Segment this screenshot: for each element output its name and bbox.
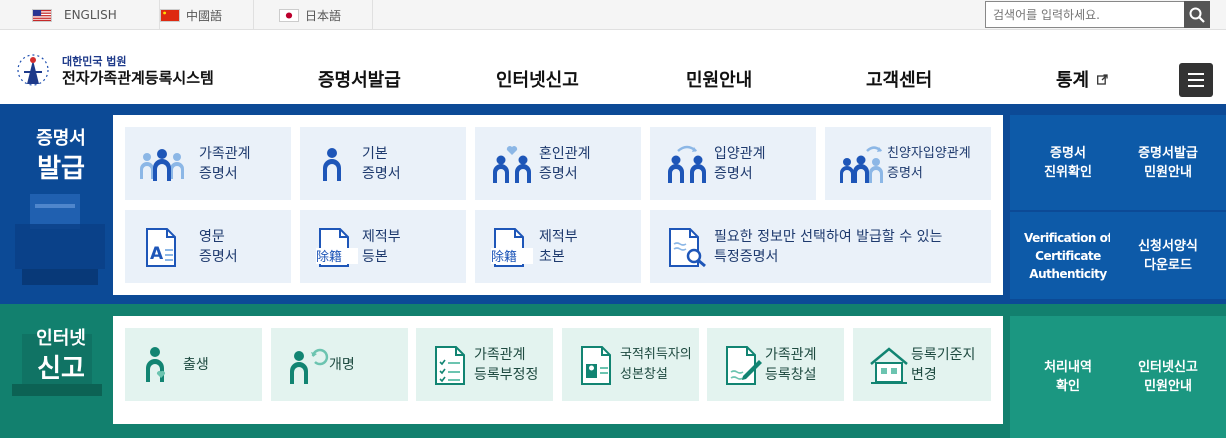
tile-marriage-certificate[interactable]: 혼인관계 증명서 <box>475 127 641 200</box>
report-panel: 출생 개명 가족관계 등록부정정 국적취득자의 성본창설 가족관계 등록창설 등… <box>113 316 1003 424</box>
nav-certificate[interactable]: 증명서발급 <box>318 66 401 92</box>
svg-text:除籍: 除籍 <box>316 249 342 265</box>
couple-heart-icon <box>493 145 531 183</box>
top-bar: ENGLISH 中國語 日本語 <box>0 0 1226 30</box>
tile-english-certificate[interactable]: A 영문 증명서 <box>125 210 291 283</box>
lang-japanese[interactable]: 日本語 <box>279 0 373 30</box>
tile-family-certificate[interactable]: 가족관계 증명서 <box>125 127 291 200</box>
nav-internet-report[interactable]: 인터넷신고 <box>496 66 579 92</box>
id-card-icon <box>581 345 611 385</box>
tile-label: 개명 <box>329 356 355 373</box>
document-search-icon <box>669 227 706 267</box>
search-box <box>985 1 1210 28</box>
tile-label: 출생 <box>183 356 209 373</box>
house-icon <box>870 346 908 384</box>
tile-label: 등록기준지 변경 <box>911 346 976 383</box>
us-flag-icon <box>32 9 52 22</box>
hamburger-menu-icon <box>1188 73 1204 87</box>
cn-flag-icon <box>160 9 180 22</box>
tile-rename-report[interactable]: 개명 <box>271 328 408 401</box>
full-adoption-icon <box>840 145 883 183</box>
tile-adoption-certificate[interactable]: 입양관계 증명서 <box>650 127 816 200</box>
removed-register-icon: 除籍 <box>316 227 358 267</box>
rename-icon <box>290 348 329 384</box>
tile-register-creation[interactable]: 가족관계 등록창설 <box>707 328 844 401</box>
header: 대한민국 법원 전자가족관계등록시스템 증명서발급 인터넷신고 민원안내 고객센… <box>0 30 1226 104</box>
certificate-authenticity-check[interactable]: 증명서 진위확인 <box>1010 115 1126 210</box>
document-pen-icon <box>726 345 762 385</box>
tile-basic-certificate[interactable]: 기본 증명서 <box>300 127 466 200</box>
english-document-icon: A <box>146 227 176 267</box>
report-title-line1: 인터넷 <box>36 328 86 349</box>
tile-removed-register-copy[interactable]: 除籍 제적부 등본 <box>300 210 466 283</box>
family-icon <box>140 148 184 181</box>
certificate-title-line2: 발급 <box>37 154 85 184</box>
application-form-download[interactable]: 신청서양식 다운로드 <box>1110 212 1226 299</box>
nav-customer-center[interactable]: 고객센터 <box>866 66 932 92</box>
tile-birth-report[interactable]: 출생 <box>125 328 262 401</box>
svg-text:除籍: 除籍 <box>491 249 517 265</box>
lang-label: 日本語 <box>305 8 342 23</box>
external-link-icon <box>1097 74 1109 85</box>
birth-icon <box>146 346 166 382</box>
certificate-title-line1: 증명서 <box>36 128 86 149</box>
checklist-icon <box>435 345 465 385</box>
processing-history-check[interactable]: 처리내역 확인 <box>1010 316 1126 438</box>
tile-full-adoption-certificate[interactable]: 친양자입양관계 증명서 <box>825 127 991 200</box>
adoption-icon <box>668 145 706 183</box>
jp-flag-icon <box>279 9 299 22</box>
verification-of-authenticity[interactable]: Verification of Certificate Authenticity <box>1010 212 1126 299</box>
logo-title: 전자가족관계등록시스템 <box>62 69 214 87</box>
tile-label: 입양관계 증명서 <box>714 145 766 182</box>
tile-naturalized-surname-creation[interactable]: 국적취득자의 성본창설 <box>562 328 699 401</box>
search-input[interactable] <box>986 2 1182 27</box>
tile-label: 필요한 정보만 선택하여 발급할 수 있는 특정증명서 <box>714 228 943 265</box>
removed-register-icon: 除籍 <box>491 227 533 267</box>
svg-text:A: A <box>150 244 164 264</box>
search-icon <box>1189 7 1205 23</box>
tile-specific-certificate[interactable]: 필요한 정보만 선택하여 발급할 수 있는 특정증명서 <box>650 210 991 283</box>
report-civil-guide[interactable]: 인터넷신고 민원안내 <box>1110 316 1226 438</box>
nav-statistics[interactable]: 통계 <box>1056 66 1109 92</box>
lang-label: ENGLISH <box>64 8 117 22</box>
tile-removed-register-extract[interactable]: 除籍 제적부 초본 <box>475 210 641 283</box>
certificate-section: 증명서 발급 가족관계 증명서 기본 증명서 혼인관계 증명서 입양관계 증명서… <box>0 104 1226 304</box>
lang-english[interactable]: ENGLISH <box>32 0 160 30</box>
tile-label: 가족관계 등록창설 <box>765 346 817 383</box>
person-icon <box>323 147 341 181</box>
lang-chinese[interactable]: 中國語 <box>160 0 254 30</box>
tile-domicile-change[interactable]: 등록기준지 변경 <box>853 328 991 401</box>
tile-label: 기본 증명서 <box>362 145 401 182</box>
tile-label: 친양자입양관계 증명서 <box>887 145 971 181</box>
nav-civil-guide[interactable]: 민원안내 <box>686 66 752 92</box>
search-button[interactable] <box>1184 1 1210 28</box>
certificate-civil-guide[interactable]: 증명서발급 민원안내 <box>1110 115 1226 210</box>
menu-button[interactable] <box>1179 63 1213 97</box>
tile-label: 제적부 초본 <box>539 228 578 265</box>
tile-label: 국적취득자의 성본창설 <box>620 346 692 382</box>
nav-statistics-label: 통계 <box>1056 70 1090 91</box>
internet-report-section: 인터넷 신고 출생 개명 가족관계 등록부정정 국적취득자의 성본창설 가족관계… <box>0 304 1226 438</box>
tile-label: 영문 증명서 <box>199 228 238 265</box>
tile-label: 혼인관계 증명서 <box>539 145 591 182</box>
tile-register-correction[interactable]: 가족관계 등록부정정 <box>416 328 553 401</box>
report-title-line2: 신고 <box>37 354 85 384</box>
tile-label: 제적부 등본 <box>362 228 401 265</box>
tile-label: 가족관계 등록부정정 <box>474 346 539 383</box>
court-emblem-icon <box>17 54 49 86</box>
tile-label: 가족관계 증명서 <box>199 145 251 182</box>
site-logo[interactable]: 대한민국 법원 전자가족관계등록시스템 <box>14 50 244 90</box>
lang-label: 中國語 <box>186 8 223 23</box>
printer-icon <box>15 194 105 285</box>
certificate-panel: 가족관계 증명서 기본 증명서 혼인관계 증명서 입양관계 증명서 친양자입양관… <box>113 115 1003 295</box>
